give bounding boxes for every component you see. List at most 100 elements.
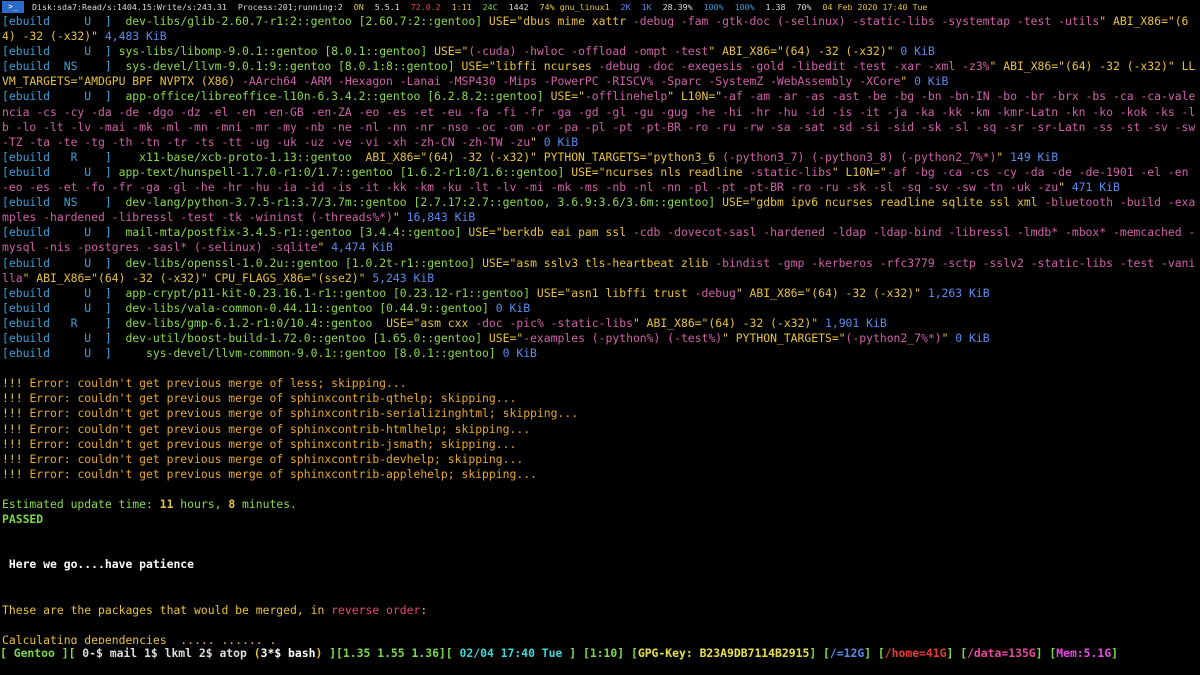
terminal-text-segment: 16,843 KiB [406,210,476,225]
terminal-text-segment: dev-lang/python-3.7.5-r1:3.7/3.7m::gento… [125,195,723,210]
terminal-text-segment: These are the packages that would be mer… [2,602,332,617]
terminal-line: !!! Error: couldn't get previous merge o… [2,467,1198,482]
terminal-text-segment: 0 KiB [914,74,949,89]
terminal-text-segment: " PYTHON_TARGETS=" [722,330,846,345]
terminal-text-segment: : [420,602,428,617]
terminal-line: [ebuild NS ] sys-devel/llvm-9.0.1:9::gen… [2,59,1198,89]
terminal-text-segment: Error: couldn't get previous merge of sp… [29,421,531,436]
terminal-text-segment: (-python3_7) (-python3_8) (-python2_7%*) [722,149,997,164]
wifi-status: 74% gnu_linux1 [539,2,610,12]
terminal-text-segment: -static-libs [749,164,832,179]
terminal-text-segment: 5,243 KiB [372,270,435,285]
terminal-text-segment: " L10N=" [831,164,887,179]
status-segment: ] [ [1035,646,1057,660]
cpu-usage: 28.39% [662,2,693,12]
datetime: 04 Feb 2020 17:40 Tue [822,2,928,12]
screen-status-bar: [ Gentoo ][ 0-$ mail 1$ lkml 2$ atop (3*… [0,644,1200,662]
terminal-text-segment: " [317,240,332,255]
terminal-text-segment: " [1058,180,1072,195]
terminal-text-segment: sys-devel/llvm-9.0.1:9::gentoo [8.0.1:8:… [125,59,462,74]
status-segment: Mem:5.1G [1056,646,1112,660]
terminal-line: !!! Error: couldn't get previous merge o… [2,437,1198,452]
terminal-text-segment: USE="asn1 libffi trust [536,285,695,300]
terminal-text-segment: 1,901 KiB [824,315,887,330]
terminal-text-segment: -examples (-python%) (-test%) [523,330,723,345]
terminal-text-segment: !!! [2,376,30,391]
terminal-text-segment: USE="libffi ncurses [461,59,599,74]
load: 1.38 [765,2,786,12]
status-segment: ] [ [809,646,830,660]
terminal-text-segment: -debug [694,285,736,300]
terminal-line: PASSED [2,512,1198,527]
terminal-text-segment: Error: couldn't get previous merge of le… [29,376,407,391]
kernel-version: 5.5.1 [374,2,400,12]
terminal-line: !!! Error: couldn't get previous merge o… [2,452,1198,467]
terminal-text-segment: sys-libs/libomp-9.0.1::gentoo [8.0.1::ge… [118,44,435,59]
terminal-text-segment: !!! [2,421,30,436]
terminal-text-segment: app-office/libreoffice-l10n-6.3.4.2::gen… [125,89,551,104]
status-segment: 3*$ bash [260,646,316,660]
terminal-text-segment: [ebuild U ] [2,285,126,300]
terminal-output[interactable]: [ebuild U ] dev-libs/glib-2.60.7-r1:2::g… [2,14,1198,648]
terminal-line: [ebuild R ] dev-libs/gmp-6.1.2-r1:0/10.4… [2,316,1198,331]
terminal-text-segment: " ABI_X86="(64) -32 (-x32)" CPU_FLAGS_X8… [22,270,373,285]
terminal-text-segment: (-cuda) -hwloc -offload -ompt -test [468,44,709,59]
terminal-text-segment: [ebuild U ] [2,14,126,28]
terminal-line: [ebuild U ] dev-util/boost-build-1.72.0:… [2,331,1198,346]
status-segment: ] [ [864,646,885,660]
terminal-text-segment: 0 KiB [955,330,990,345]
terminal-line: [ebuild R ] x11-base/xcb-proto-1.13::gen… [2,150,1198,165]
terminal-line: [ebuild U ] app-crypt/p11-kit-0.23.16.1-… [2,286,1198,301]
terminal-text-segment: dev-util/boost-build-1.72.0::gentoo [1.6… [125,330,489,345]
terminal-text-segment: [ebuild U ] [2,89,126,104]
terminal-text-segment: [ebuild U ] [2,346,147,361]
terminal-line: [ebuild U ] app-office/libreoffice-l10n-… [2,89,1198,149]
on-indicator: ON [353,2,364,12]
package-count: 1442 [508,2,529,12]
status-segment: /=12G [829,646,865,660]
terminal-text-segment: Estimated update time: [2,497,160,511]
terminal-line: [ebuild U ] dev-libs/glib-2.60.7-r1:2::g… [2,14,1198,44]
terminal-text-segment: 0 KiB [543,134,579,149]
volume: 100% [734,2,755,12]
terminal-text-segment: (-python2_7%*) [845,330,942,345]
terminal-text-segment: 0 KiB [495,300,531,315]
terminal-text-segment: Error: couldn't get previous merge of sp… [29,451,524,466]
brightness: 100% [703,2,724,12]
terminal-text-segment: " [941,330,956,345]
terminal-text-segment: Error: couldn't get previous merge of sp… [29,436,517,451]
net-up: 1K [641,2,652,12]
terminal-text-segment: !!! [2,451,30,466]
status-segment: ( [253,646,261,660]
terminal-text-segment: 11 [159,497,174,511]
terminal-text-segment: USE=" [488,330,524,345]
terminal-text-segment: " [530,134,544,149]
terminal-text-segment: 0 KiB [502,346,537,361]
terminal-text-segment: USE="dbus mime xattr [488,14,633,28]
terminal-text-segment: USE="asm cxx [386,315,476,330]
terminal-text-segment: 4,483 KiB [104,29,167,44]
terminal-line: !!! Error: couldn't get previous merge o… [2,391,1198,406]
terminal-text-segment: 471 KiB [1071,180,1120,195]
terminal-text-segment: [ebuild NS ] [2,59,126,74]
terminal-text-segment: !!! [2,391,30,406]
terminal-text-segment: [ebuild U ] [2,330,126,345]
status-segment: /home=41G [884,646,947,660]
terminal-line: [ebuild U ] dev-libs/openssl-1.0.2u::gen… [2,256,1198,286]
terminal-text-segment: !!! [2,466,30,481]
terminal-text-segment: dev-libs/glib-2.60.7-r1:2::gentoo [2.60.… [125,14,489,28]
terminal-text-segment: 1,263 KiB [927,285,990,300]
process-stat: Process:201;running:2 [237,2,343,12]
terminal-text-segment: -AArch64 -ARM -Hexagon -Lanai -MSP430 -M… [242,74,901,89]
terminal-text-segment: USE="gdbm ipv6 ncurses readline sqlite s… [722,195,1045,210]
terminal-text-segment: reverse order [331,602,421,617]
terminal-icon[interactable]: >_ [2,1,24,13]
status-segment: B23A9DB7114B2915 [699,646,810,660]
terminal-text-segment: Error: couldn't get previous merge of sp… [29,466,537,481]
status-segment: [ Gentoo ][ [0,646,76,660]
terminal-text-segment: [ebuild U ] [2,44,119,59]
